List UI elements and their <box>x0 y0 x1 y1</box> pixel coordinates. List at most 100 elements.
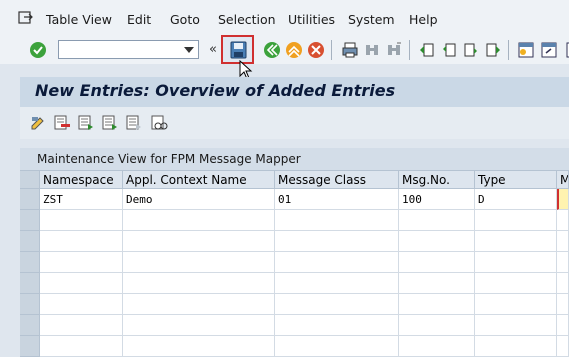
row-selector[interactable] <box>20 252 40 273</box>
print-icon[interactable] <box>341 41 359 59</box>
empty-cell[interactable] <box>275 336 399 357</box>
find-icon[interactable] <box>363 41 381 59</box>
empty-cell[interactable] <box>557 210 569 231</box>
cell-appl-context-name[interactable]: Demo <box>123 189 275 210</box>
layout-menu-icon[interactable] <box>562 41 569 59</box>
next-page-icon[interactable] <box>462 41 480 59</box>
empty-cell[interactable] <box>475 294 557 315</box>
empty-cell[interactable] <box>557 336 569 357</box>
cell-namespace[interactable]: ZST <box>40 189 123 210</box>
next-entry-icon[interactable] <box>125 114 143 132</box>
empty-cell[interactable] <box>275 210 399 231</box>
empty-cell[interactable] <box>275 294 399 315</box>
empty-cell[interactable] <box>557 315 569 336</box>
command-field[interactable] <box>58 40 199 59</box>
cancel-icon[interactable] <box>307 41 325 59</box>
cell-message-class[interactable]: 01 <box>275 189 399 210</box>
empty-cell[interactable] <box>40 273 123 294</box>
empty-cell[interactable] <box>475 210 557 231</box>
empty-cell[interactable] <box>475 231 557 252</box>
row-selector[interactable] <box>20 336 40 357</box>
empty-cell[interactable] <box>123 252 275 273</box>
menu-table-view[interactable]: Table View <box>46 12 112 27</box>
menu-utilities[interactable]: Utilities <box>288 12 335 27</box>
empty-cell[interactable] <box>399 294 475 315</box>
first-page-icon[interactable] <box>418 41 436 59</box>
cell-m-active[interactable] <box>557 189 569 210</box>
empty-cell[interactable] <box>399 210 475 231</box>
previous-entry-icon[interactable] <box>101 114 119 132</box>
menu-icon[interactable] <box>18 11 34 25</box>
shortcut-icon[interactable] <box>540 41 558 59</box>
empty-cell[interactable] <box>475 315 557 336</box>
cell-msg-no[interactable]: 100 <box>399 189 475 210</box>
empty-cell[interactable] <box>123 210 275 231</box>
cell-type[interactable]: D <box>475 189 557 210</box>
previous-page-icon[interactable] <box>440 41 458 59</box>
empty-cell[interactable] <box>123 336 275 357</box>
table-control: Maintenance View for FPM Message Mapper … <box>20 148 569 357</box>
back-icon[interactable] <box>263 41 281 59</box>
select-all-corner[interactable] <box>20 171 40 189</box>
empty-cell[interactable] <box>557 294 569 315</box>
empty-cell[interactable] <box>557 273 569 294</box>
row-selector[interactable] <box>20 273 40 294</box>
exit-icon[interactable] <box>285 41 303 59</box>
glasses-detail-icon[interactable] <box>150 114 168 132</box>
empty-cell[interactable] <box>123 315 275 336</box>
empty-cell[interactable] <box>399 336 475 357</box>
menu-help[interactable]: Help <box>409 12 438 27</box>
menu-bar: Table View Edit Goto Selection Utilities… <box>0 0 569 38</box>
toolbar-overflow-icon[interactable]: « <box>209 42 217 57</box>
chevron-down-icon[interactable] <box>184 47 194 53</box>
empty-cell[interactable] <box>275 252 399 273</box>
row-selector[interactable] <box>20 294 40 315</box>
toolbar-separator <box>409 40 410 60</box>
empty-cell[interactable] <box>399 273 475 294</box>
menu-edit[interactable]: Edit <box>127 12 151 27</box>
empty-cell[interactable] <box>40 231 123 252</box>
delete-row-icon[interactable] <box>53 114 71 132</box>
display-change-icon[interactable] <box>30 114 48 132</box>
empty-cell[interactable] <box>40 336 123 357</box>
empty-cell[interactable] <box>275 273 399 294</box>
empty-cell[interactable] <box>123 231 275 252</box>
column-header-namespace[interactable]: Namespace <box>40 171 123 189</box>
menu-selection[interactable]: Selection <box>218 12 276 27</box>
empty-cell[interactable] <box>40 294 123 315</box>
empty-cell[interactable] <box>399 231 475 252</box>
empty-cell[interactable] <box>475 336 557 357</box>
create-session-icon[interactable] <box>517 41 535 59</box>
empty-cell[interactable] <box>475 273 557 294</box>
empty-cell[interactable] <box>399 252 475 273</box>
empty-cell[interactable] <box>40 315 123 336</box>
empty-cell[interactable] <box>123 294 275 315</box>
find-next-icon[interactable] <box>385 41 403 59</box>
row-selector[interactable] <box>20 189 40 210</box>
empty-cell[interactable] <box>275 231 399 252</box>
empty-cell[interactable] <box>40 210 123 231</box>
empty-cell[interactable] <box>399 315 475 336</box>
column-header-message-class[interactable]: Message Class <box>275 171 399 189</box>
toolbar-separator <box>508 40 509 60</box>
row-selector[interactable] <box>20 315 40 336</box>
empty-cell[interactable] <box>475 252 557 273</box>
copy-as-icon[interactable] <box>77 114 95 132</box>
toolbar-separator <box>331 40 332 60</box>
empty-cell[interactable] <box>275 315 399 336</box>
last-page-icon[interactable] <box>484 41 502 59</box>
empty-cell[interactable] <box>123 273 275 294</box>
empty-cell[interactable] <box>557 252 569 273</box>
menu-system[interactable]: System <box>348 12 395 27</box>
column-header-m[interactable]: M <box>557 171 569 189</box>
column-header-type[interactable]: Type <box>475 171 557 189</box>
row-selector[interactable] <box>20 210 40 231</box>
column-header-msg-no[interactable]: Msg.No. <box>399 171 475 189</box>
row-selector[interactable] <box>20 231 40 252</box>
application-toolbar <box>20 107 569 139</box>
enter-checkmark-icon[interactable] <box>29 41 47 59</box>
menu-goto[interactable]: Goto <box>170 12 200 27</box>
empty-cell[interactable] <box>40 252 123 273</box>
empty-cell[interactable] <box>557 231 569 252</box>
column-header-appl-context-name[interactable]: Appl. Context Name <box>123 171 275 189</box>
